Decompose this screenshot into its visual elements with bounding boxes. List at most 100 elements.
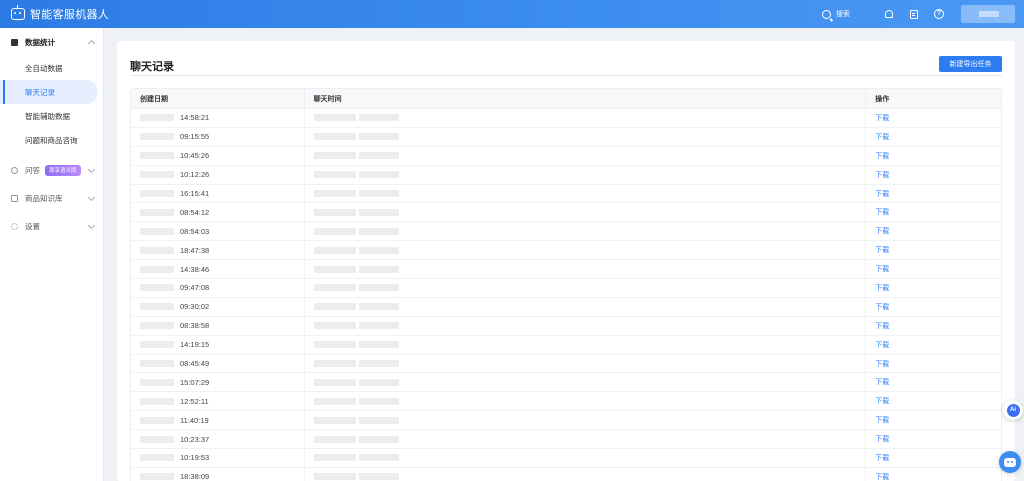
redacted-date (140, 303, 174, 311)
created-time: 15:07:29 (180, 377, 210, 387)
redacted-date (140, 454, 174, 462)
table-row: 18:38:09 下载 (131, 467, 1001, 481)
title-divider (130, 75, 1002, 76)
created-date-cell: 15:07:29 (131, 373, 305, 392)
redacted-chat-time-end (358, 416, 399, 424)
box-icon (11, 194, 18, 202)
download-link[interactable]: 下载 (875, 377, 889, 387)
download-link[interactable]: 下载 (875, 151, 889, 161)
chatbot-button[interactable] (999, 451, 1021, 473)
column-header-created-date[interactable]: 创建日期 (131, 89, 305, 108)
table-row: 10:12:26 下载 (131, 165, 1001, 185)
sidebar-item-question-product[interactable]: 问题和商品咨询 (0, 128, 103, 152)
action-cell: 下载 (866, 185, 1001, 203)
redacted-chat-time-end (358, 208, 399, 216)
created-date-cell: 14:19:15 (131, 335, 305, 354)
redacted-chat-time-start (313, 152, 356, 160)
download-link[interactable]: 下载 (875, 434, 889, 444)
download-link[interactable]: 下载 (875, 283, 889, 293)
download-link[interactable]: 下载 (875, 132, 889, 142)
download-link[interactable]: 下载 (875, 302, 889, 312)
top-header: 智能客服机器人 搜索 ? (0, 0, 1024, 28)
redacted-chat-time-start (313, 208, 356, 216)
user-account-menu[interactable] (961, 5, 1015, 23)
sidebar-item-auto-data[interactable]: 全自动数据 (0, 56, 103, 80)
created-date-cell: 09:30:02 (131, 297, 305, 316)
created-date-cell: 08:54:12 (131, 203, 305, 222)
redacted-chat-time-start (313, 246, 356, 254)
redacted-date (140, 360, 174, 368)
download-link[interactable]: 下载 (875, 226, 889, 236)
chat-time-cell (305, 222, 867, 241)
action-cell: 下载 (866, 222, 1001, 240)
redacted-chat-time-end (358, 114, 399, 122)
action-cell: 下载 (866, 109, 1001, 127)
page-title: 聊天记录 (130, 61, 174, 73)
ai-assistant-button[interactable]: Ai (1003, 400, 1023, 420)
redacted-date (140, 190, 174, 197)
chat-time-cell (305, 165, 867, 184)
download-link[interactable]: 下载 (875, 321, 889, 331)
download-link[interactable]: 下载 (875, 207, 889, 217)
redacted-chat-time-start (313, 114, 356, 122)
download-link[interactable]: 下载 (875, 170, 889, 180)
redacted-date (140, 473, 174, 481)
sidebar-group-settings[interactable]: 设置 (0, 212, 103, 240)
chat-time-cell (305, 297, 867, 316)
redacted-chat-time-end (358, 454, 399, 462)
redacted-chat-time-start (313, 265, 356, 273)
chat-time-cell (305, 335, 867, 354)
created-date-cell: 10:23:37 (131, 430, 305, 449)
chat-time-cell (305, 203, 867, 222)
bell-icon[interactable] (884, 9, 894, 19)
download-link[interactable]: 下载 (875, 340, 889, 350)
sidebar-item-assist-data[interactable]: 智能辅助数据 (0, 104, 103, 128)
sidebar-group-knowledge-base[interactable]: 商品知识库 (0, 184, 103, 212)
download-link[interactable]: 下载 (875, 415, 889, 425)
gear-icon (11, 222, 18, 230)
created-time: 12:52:11 (180, 396, 209, 406)
table-row: 10:23:37 下载 (131, 430, 1001, 450)
download-link[interactable]: 下载 (875, 264, 889, 274)
chat-time-cell (305, 184, 867, 203)
sidebar-item-chat-records[interactable]: 聊天记录 (0, 80, 98, 104)
sidebar-group-label: 设置 (25, 221, 40, 231)
chat-time-cell (305, 430, 867, 449)
help-icon[interactable]: ? (934, 9, 944, 19)
app-logo[interactable]: 智能客服机器人 (0, 5, 109, 22)
redacted-date (140, 208, 174, 216)
redacted-chat-time-start (313, 133, 356, 141)
created-date-cell: 14:38:46 (131, 260, 305, 279)
download-link[interactable]: 下载 (875, 113, 889, 123)
created-time: 09:47:08 (180, 283, 210, 293)
table-row: 14:38:46 下载 (131, 260, 1001, 280)
sidebar-group-qa[interactable]: 问答 尊享语义版 (0, 156, 103, 184)
created-time: 09:15:55 (180, 132, 210, 142)
chat-time-cell (305, 316, 867, 335)
created-date-cell: 10:12:26 (131, 165, 305, 184)
column-header-chat-time[interactable]: 聊天时间 (305, 89, 867, 108)
download-link[interactable]: 下载 (875, 189, 889, 199)
search-button[interactable]: 搜索 (822, 9, 850, 19)
created-time: 18:38:09 (180, 472, 210, 481)
created-time: 10:23:37 (180, 434, 210, 444)
created-date-cell: 11:40:19 (131, 411, 305, 430)
redacted-chat-time-end (358, 397, 399, 405)
new-export-task-button[interactable]: 新建导出任务 (939, 56, 1002, 72)
redacted-chat-time-start (313, 190, 356, 197)
download-link[interactable]: 下载 (875, 472, 889, 481)
download-link[interactable]: 下载 (875, 453, 889, 463)
created-date-cell: 09:15:55 (131, 127, 305, 146)
action-cell: 下载 (866, 449, 1001, 467)
redacted-chat-time-end (358, 227, 399, 235)
download-link[interactable]: 下载 (875, 359, 889, 369)
download-link[interactable]: 下载 (875, 396, 889, 406)
download-link[interactable]: 下载 (875, 245, 889, 255)
chat-records-table: 创建日期 聊天时间 操作 14:58:21 下载 09:15:55 下载 10:45:2… (130, 88, 1002, 481)
table-row: 09:30:02 下载 (131, 297, 1001, 317)
sidebar-group-data-stats[interactable]: 数据统计 (0, 28, 103, 56)
created-time: 08:54:03 (180, 226, 210, 236)
document-icon[interactable] (909, 9, 919, 19)
redacted-date (140, 341, 174, 349)
created-date-cell: 18:38:09 (131, 467, 305, 481)
